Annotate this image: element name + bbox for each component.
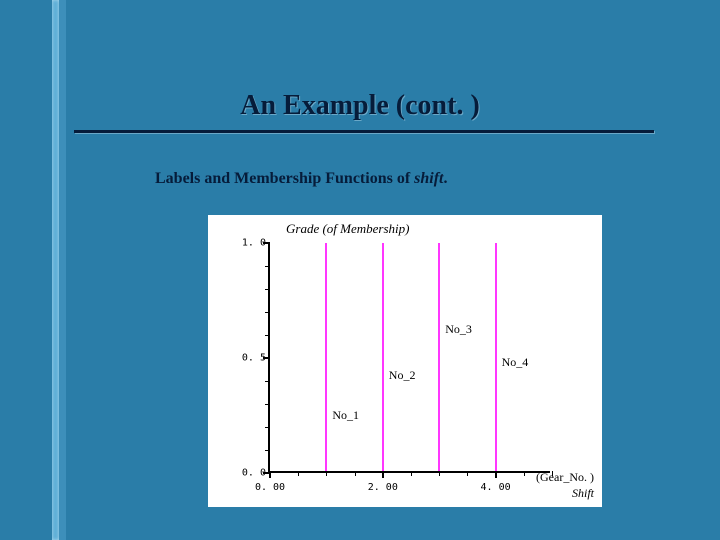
membership-line-No_4 [495, 243, 497, 471]
membership-line-No_3 [438, 243, 440, 471]
ytick-label: 0. 5 [234, 353, 266, 364]
xtick-minor [298, 471, 299, 476]
slide-title: An Example (cont. ) [0, 90, 720, 122]
subtitle-italic: shift [414, 170, 443, 187]
ytick-minor [265, 381, 270, 382]
side-accent-bar [52, 0, 74, 540]
ytick-minor [265, 289, 270, 290]
xtick-label: 2. 00 [368, 482, 398, 493]
ytick-minor [265, 266, 270, 267]
xtick-label: 4. 00 [481, 482, 511, 493]
ytick-label: 1. 0 [234, 238, 266, 249]
chart-panel: Grade (of Membership) 0. 0 0. 5 1. 0 0. 00 2… [208, 215, 602, 507]
xtick-minor [524, 471, 525, 476]
x-unit-label: (Gear_No. ) [536, 470, 594, 485]
xtick-minor [439, 471, 440, 476]
ytick-label: 0. 0 [234, 468, 266, 479]
series-label-No_4: No_4 [502, 355, 529, 370]
xtick-major [495, 471, 497, 478]
xtick-label: 0. 00 [255, 482, 285, 493]
ytick-minor [265, 404, 270, 405]
membership-line-No_2 [382, 243, 384, 471]
xtick-major [382, 471, 384, 478]
ytick-minor [265, 450, 270, 451]
series-label-No_2: No_2 [389, 368, 416, 383]
subtitle-prefix: Labels and Membership Functions of [155, 170, 414, 187]
xtick-minor [355, 471, 356, 476]
series-label-No_3: No_3 [445, 322, 472, 337]
series-label-No_1: No_1 [332, 408, 359, 423]
xtick-minor [326, 471, 327, 476]
slide-subtitle: Labels and Membership Functions of shift… [155, 170, 447, 188]
xtick-major [269, 471, 271, 478]
title-underline [74, 130, 654, 133]
subtitle-suffix: . [443, 170, 447, 187]
ytick-minor [265, 312, 270, 313]
xtick-minor [467, 471, 468, 476]
xtick-minor [411, 471, 412, 476]
plot-area: 0. 00. 51. 00. 002. 004. 00No_1No_2No_3N… [268, 243, 550, 473]
ytick-minor [265, 335, 270, 336]
x-axis-label: Shift [572, 486, 594, 501]
membership-line-No_1 [325, 243, 327, 471]
ytick-minor [265, 427, 270, 428]
chart-y-title: Grade (of Membership) [286, 221, 409, 237]
